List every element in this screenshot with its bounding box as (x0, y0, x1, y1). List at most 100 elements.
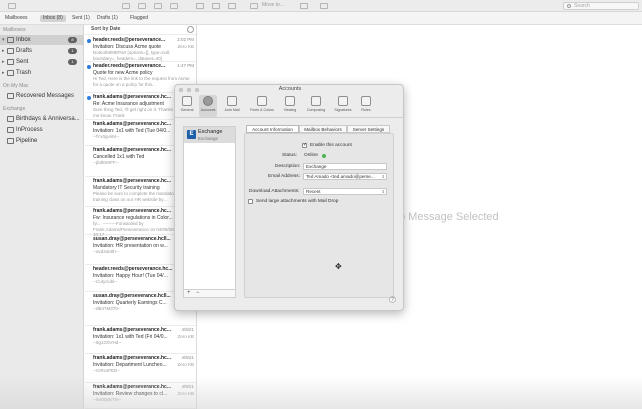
sidebar-item-pipeline[interactable]: Pipeline (0, 136, 84, 146)
search-field[interactable]: Search (563, 2, 639, 10)
message-date: 2:02 PM (177, 37, 194, 42)
rules-icon (361, 96, 371, 106)
chevron-updown-icon: ⇕ (381, 174, 385, 179)
pref-tab-general[interactable]: General (178, 95, 196, 117)
account-settings-panel (244, 133, 394, 298)
move-to-icon[interactable] (250, 3, 258, 9)
mute-icon[interactable] (320, 3, 328, 9)
account-row-exchange[interactable]: E Exchange Exchange (184, 127, 235, 143)
sidebar-item-recovered-messages[interactable]: Recovered Messages (0, 91, 84, 101)
pref-tab-composing[interactable]: Composing (307, 95, 325, 117)
sidebar-item-trash[interactable]: ▸ Trash (0, 68, 84, 78)
sidebar-item-birthdays[interactable]: Birthdays & Anniversa... (0, 114, 84, 124)
message-date: 4/9/21 (181, 327, 194, 332)
folder-icon (7, 138, 14, 144)
sidebar-item-label: Pipeline (16, 138, 38, 144)
signature-icon (338, 96, 348, 106)
sidebar-item-inprocess[interactable]: InProcess (0, 125, 84, 135)
sidebar-item-sent[interactable]: ▸ Sent 1 (0, 57, 84, 67)
pref-tab-junk-mail[interactable]: Junk Mail (223, 95, 241, 117)
pen-icon (311, 96, 321, 106)
message-snippet: --8g1G0VHd-- (93, 340, 122, 345)
favorites-bar: Mailboxes Inbox (8) Sent (1) Drafts (1) … (0, 12, 642, 25)
online-status-dot (322, 154, 326, 158)
tab-account-information[interactable]: Account Information (246, 125, 299, 133)
favorites-mailboxes[interactable]: Mailboxes (5, 15, 28, 22)
message-row[interactable]: frank.adams@perseverance.hc... 4/9/21 Invi… (85, 383, 196, 409)
pref-tab-viewing[interactable]: Viewing (281, 95, 299, 117)
forward-icon[interactable] (228, 3, 236, 9)
sort-by-date-button[interactable]: Sort by Date (91, 26, 120, 32)
message-date: 4/9/21 (181, 355, 194, 360)
pref-tab-label: Composing (306, 108, 326, 112)
inbox-icon (7, 37, 14, 43)
message-attachment-size: Zero KB (177, 391, 194, 396)
accounts-list[interactable]: E Exchange Exchange (183, 126, 236, 290)
message-sender: frank.adams@perseverance.hc... (93, 178, 171, 184)
help-button[interactable]: ? (389, 296, 396, 303)
get-mail-icon[interactable] (8, 3, 16, 9)
filter-icon[interactable] (187, 26, 194, 33)
junk-icon[interactable] (170, 3, 178, 9)
count-badge: 1 (68, 48, 77, 54)
remove-account-button[interactable]: − (196, 290, 200, 297)
account-type: Exchange (198, 136, 219, 141)
email-address-value: Ted Amado <ted.amado@perse... (306, 174, 375, 179)
message-sender: frank.adams@perseverance.hc... (93, 147, 171, 153)
email-address-select[interactable]: Ted Amado <ted.amado@perse... ⇕ (303, 173, 387, 180)
message-sender: susan.dray@perseverance.hcll... (93, 293, 171, 299)
message-sender: frank.adams@perseverance.hc... (93, 384, 171, 390)
tab-mailbox-behaviors[interactable]: Mailbox Behaviors (299, 125, 347, 133)
move-to-button[interactable]: Move to... (262, 2, 284, 9)
message-sender: header.reeds@perseverance... (93, 37, 166, 43)
unread-dot-icon (87, 65, 91, 69)
pref-tab-rules[interactable]: Rules (357, 95, 375, 117)
favorites-sent[interactable]: Sent (1) (72, 15, 90, 22)
enable-account-checkbox[interactable] (302, 142, 307, 148)
glasses-icon (285, 96, 295, 106)
favorites-flagged[interactable]: Flagged (130, 15, 148, 22)
sidebar-item-label: Sent (16, 59, 29, 65)
unread-count-badge: 8 (68, 37, 77, 43)
sort-bar: Sort by Date (85, 25, 196, 35)
message-attachment-size: Zero KB (177, 44, 194, 49)
message-snippet: --CIRcsFED-- (93, 368, 121, 373)
sidebar-item-label: Drafts (16, 48, 33, 54)
mail-drop-checkbox[interactable] (248, 199, 253, 204)
pref-tab-label: Rules (361, 108, 371, 112)
pref-tab-fonts-colors[interactable]: Fonts & Colors (250, 95, 274, 117)
favorites-drafts[interactable]: Drafts (1) (97, 15, 118, 22)
reply-icon[interactable] (196, 3, 204, 9)
at-sign-icon (203, 96, 213, 106)
download-attachments-label: Download Attachments: (249, 189, 300, 194)
disclosure-triangle-icon[interactable]: ▸ (2, 70, 5, 76)
message-row[interactable]: frank.adams@perseverance.hc... 4/9/21 Invi… (85, 326, 196, 354)
download-attachments-select[interactable]: Recent ⇕ (303, 188, 387, 195)
message-attachment-size: Zero KB (177, 362, 194, 367)
reply-all-icon[interactable] (212, 3, 220, 9)
disclosure-triangle-icon[interactable]: ▸ (2, 59, 5, 65)
message-row[interactable]: header.reeds@perseverance... 2:02 PM Invit… (85, 36, 196, 62)
disclosure-triangle-icon[interactable]: ▸ (2, 48, 5, 54)
sidebar-item-inbox[interactable]: ▾ Inbox 8 (0, 35, 84, 45)
description-field[interactable]: Exchange (303, 163, 387, 170)
message-row[interactable]: frank.adams@perseverance.hc... 4/9/21 Invi… (85, 354, 196, 383)
search-placeholder: Search (574, 3, 590, 9)
disclosure-triangle-icon[interactable]: ▾ (2, 37, 5, 43)
archive-icon[interactable] (138, 3, 146, 9)
no-message-selected-text: o Message Selected (399, 211, 499, 223)
search-icon (567, 4, 571, 8)
pref-tab-signatures[interactable]: Signatures (334, 95, 352, 117)
folder-icon (7, 116, 14, 122)
sidebar-section-mailboxes: Mailboxes (3, 27, 26, 33)
unread-dot-icon (87, 39, 91, 43)
sidebar-item-drafts[interactable]: ▸ Drafts 1 (0, 46, 84, 56)
add-account-button[interactable]: + (187, 290, 191, 297)
compose-icon[interactable] (122, 3, 130, 9)
pref-tab-accounts[interactable]: Accounts (199, 95, 217, 117)
favorites-inbox[interactable]: Inbox (8) (40, 15, 66, 22)
flag-icon[interactable] (300, 3, 308, 9)
delete-icon[interactable] (154, 3, 162, 9)
accounts-preferences-window: Accounts General Accounts Junk Mail Font… (174, 84, 404, 311)
tab-server-settings[interactable]: Server Settings (347, 125, 390, 133)
